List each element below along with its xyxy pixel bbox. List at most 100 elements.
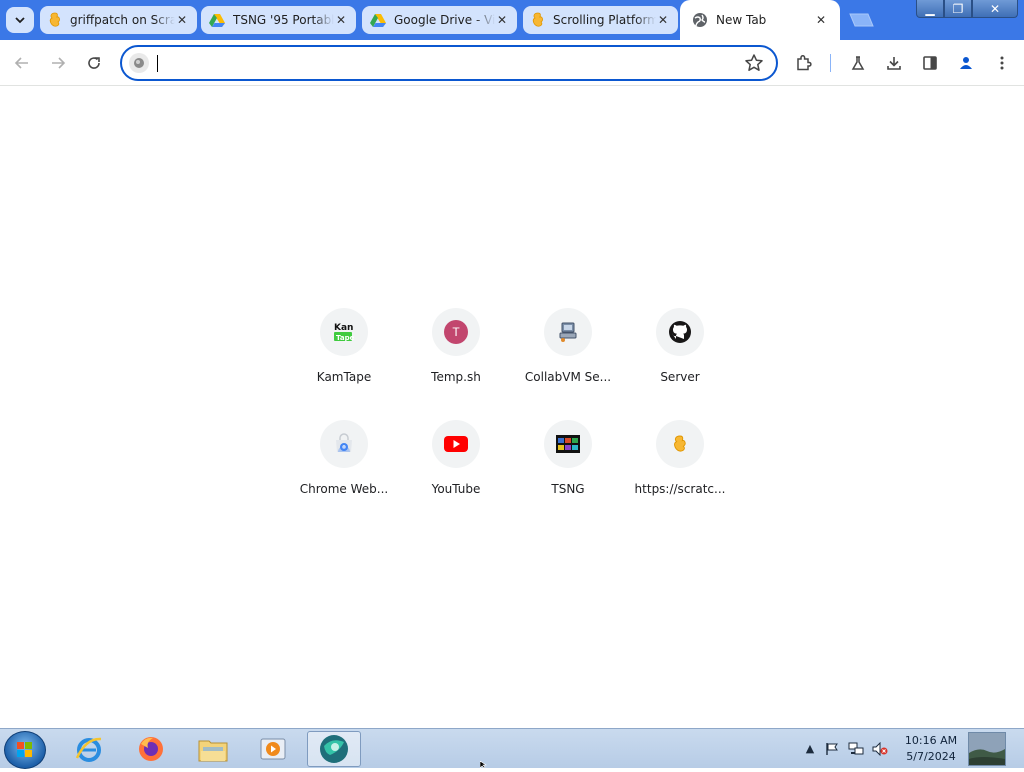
forward-button[interactable] xyxy=(46,51,70,75)
shortcut-label: Chrome Web... xyxy=(299,482,389,496)
shortcut-scratch[interactable]: https://scratc... xyxy=(624,420,736,532)
shortcut-label: CollabVM Se... xyxy=(524,370,612,384)
svg-text:Kan: Kan xyxy=(334,323,353,333)
tab-search-button[interactable] xyxy=(6,7,34,33)
window-controls: ▁ ❐ ✕ xyxy=(916,0,1024,18)
shortcut-collabvm[interactable]: CollabVM Se... xyxy=(512,308,624,420)
media-player-icon xyxy=(260,738,286,760)
shortcut-label: Server xyxy=(660,370,700,384)
profile-button[interactable] xyxy=(954,51,978,75)
github-icon xyxy=(669,321,691,343)
more-vert-icon xyxy=(1000,56,1004,70)
shortcut-tile xyxy=(432,420,480,468)
close-icon[interactable]: ✕ xyxy=(656,13,670,27)
toolbar-divider xyxy=(830,54,831,72)
shortcut-tsng[interactable]: TSNG xyxy=(512,420,624,532)
bookmark-star-icon[interactable] xyxy=(744,53,764,73)
clock-time: 10:16 AM xyxy=(904,734,958,747)
network-icon[interactable] xyxy=(848,742,864,756)
folder-icon xyxy=(198,740,228,762)
tab-griffpatch[interactable]: griffpatch on Scratch ✕ xyxy=(40,6,197,34)
scratch-icon xyxy=(674,435,686,452)
firefox-icon xyxy=(139,737,163,761)
shortcut-tile xyxy=(656,420,704,468)
back-button[interactable] xyxy=(10,51,34,75)
close-icon[interactable]: ✕ xyxy=(495,13,509,27)
site-info-icon[interactable] xyxy=(129,53,149,73)
menu-button[interactable] xyxy=(990,51,1014,75)
close-icon[interactable]: ✕ xyxy=(814,13,828,27)
taskbar-internet-explorer[interactable] xyxy=(62,731,116,767)
shortcut-label: Temp.sh xyxy=(431,370,481,384)
shortcut-tile xyxy=(544,308,592,356)
toolbar xyxy=(0,40,1024,86)
taskbar-firefox[interactable] xyxy=(124,731,178,767)
google-drive-icon xyxy=(209,14,225,27)
download-icon xyxy=(887,57,901,70)
taskbar-browser[interactable] xyxy=(307,731,361,767)
tsng-icon xyxy=(556,435,580,453)
restore-icon[interactable]: ❐ xyxy=(944,0,972,18)
side-panel-icon xyxy=(923,56,937,70)
desktop-thumbnail-icon xyxy=(969,733,1005,765)
tab-label: Google Drive - Viewer xyxy=(394,13,495,27)
flag-icon[interactable] xyxy=(824,742,840,756)
close-window-icon[interactable]: ✕ xyxy=(972,0,1018,18)
scratch-icon xyxy=(49,12,60,27)
reload-button[interactable] xyxy=(82,51,106,75)
extensions-button[interactable] xyxy=(792,51,816,75)
collabvm-icon xyxy=(559,322,577,342)
youtube-icon xyxy=(444,436,468,452)
show-desktop-button[interactable] xyxy=(968,732,1006,766)
minimize-icon[interactable]: ▁ xyxy=(916,0,944,18)
address-input[interactable] xyxy=(160,51,720,75)
shortcut-label: TSNG xyxy=(551,482,585,496)
side-panel-button[interactable] xyxy=(918,51,942,75)
taskbar-media-player[interactable] xyxy=(246,731,300,767)
shortcut-tile xyxy=(656,308,704,356)
browser-icon xyxy=(320,735,348,763)
show-hidden-icons-icon[interactable]: ▲ xyxy=(802,742,818,756)
shortcut-tile xyxy=(320,420,368,468)
taskbar: ▲ 10:16 AM 5/7/2024 xyxy=(0,728,1024,769)
shortcut-server[interactable]: Server xyxy=(624,308,736,420)
clock[interactable]: 10:16 AM 5/7/2024 xyxy=(896,733,966,765)
close-icon[interactable]: ✕ xyxy=(175,13,189,27)
volume-muted-icon[interactable] xyxy=(872,742,888,756)
shortcut-temp-sh[interactable]: T Temp.sh xyxy=(400,308,512,420)
shortcut-tile: T xyxy=(432,308,480,356)
tab-scrolling-platformer[interactable]: Scrolling Platformer ✕ xyxy=(523,6,678,34)
tab-google-drive[interactable]: Google Drive - Viewer ✕ xyxy=(362,6,517,34)
start-button[interactable] xyxy=(4,731,46,769)
tab-tsng-portable[interactable]: TSNG '95 Portable ✕ xyxy=(201,6,356,34)
mouse-pointer-icon xyxy=(480,761,487,768)
tab-strip: griffpatch on Scratch ✕ TSNG '95 Portabl… xyxy=(0,0,1024,40)
shortcut-youtube[interactable]: YouTube xyxy=(400,420,512,532)
labs-button[interactable] xyxy=(846,51,870,75)
tab-new-tab[interactable]: New Tab ✕ xyxy=(680,0,840,40)
shortcut-chrome-web-store[interactable]: Chrome Web... xyxy=(288,420,400,532)
downloads-button[interactable] xyxy=(882,51,906,75)
puzzle-icon xyxy=(797,54,812,71)
tab-label: Scrolling Platformer xyxy=(553,13,656,27)
chrome-web-store-icon xyxy=(336,433,352,452)
letter-t-icon: T xyxy=(444,320,468,344)
arrow-left-icon xyxy=(14,57,28,69)
shortcut-kamtape[interactable]: Kan Tape KamTape xyxy=(288,308,400,420)
text-cursor xyxy=(157,55,158,72)
omnibox[interactable] xyxy=(120,45,778,81)
profile-icon xyxy=(960,57,972,69)
clock-date: 5/7/2024 xyxy=(906,750,956,763)
close-icon[interactable]: ✕ xyxy=(334,13,348,27)
svg-text:Tape: Tape xyxy=(336,334,355,342)
taskbar-windows-explorer[interactable] xyxy=(186,731,240,767)
google-drive-icon xyxy=(370,14,386,27)
shortcut-label: KamTape xyxy=(316,370,372,384)
internet-explorer-icon xyxy=(75,737,102,762)
chevron-down-icon xyxy=(15,17,25,24)
arrow-right-icon xyxy=(52,57,66,69)
tab-label: New Tab xyxy=(716,13,767,27)
new-tab-icon[interactable] xyxy=(846,13,874,27)
scratch-icon xyxy=(532,12,543,27)
shortcut-tile xyxy=(544,420,592,468)
